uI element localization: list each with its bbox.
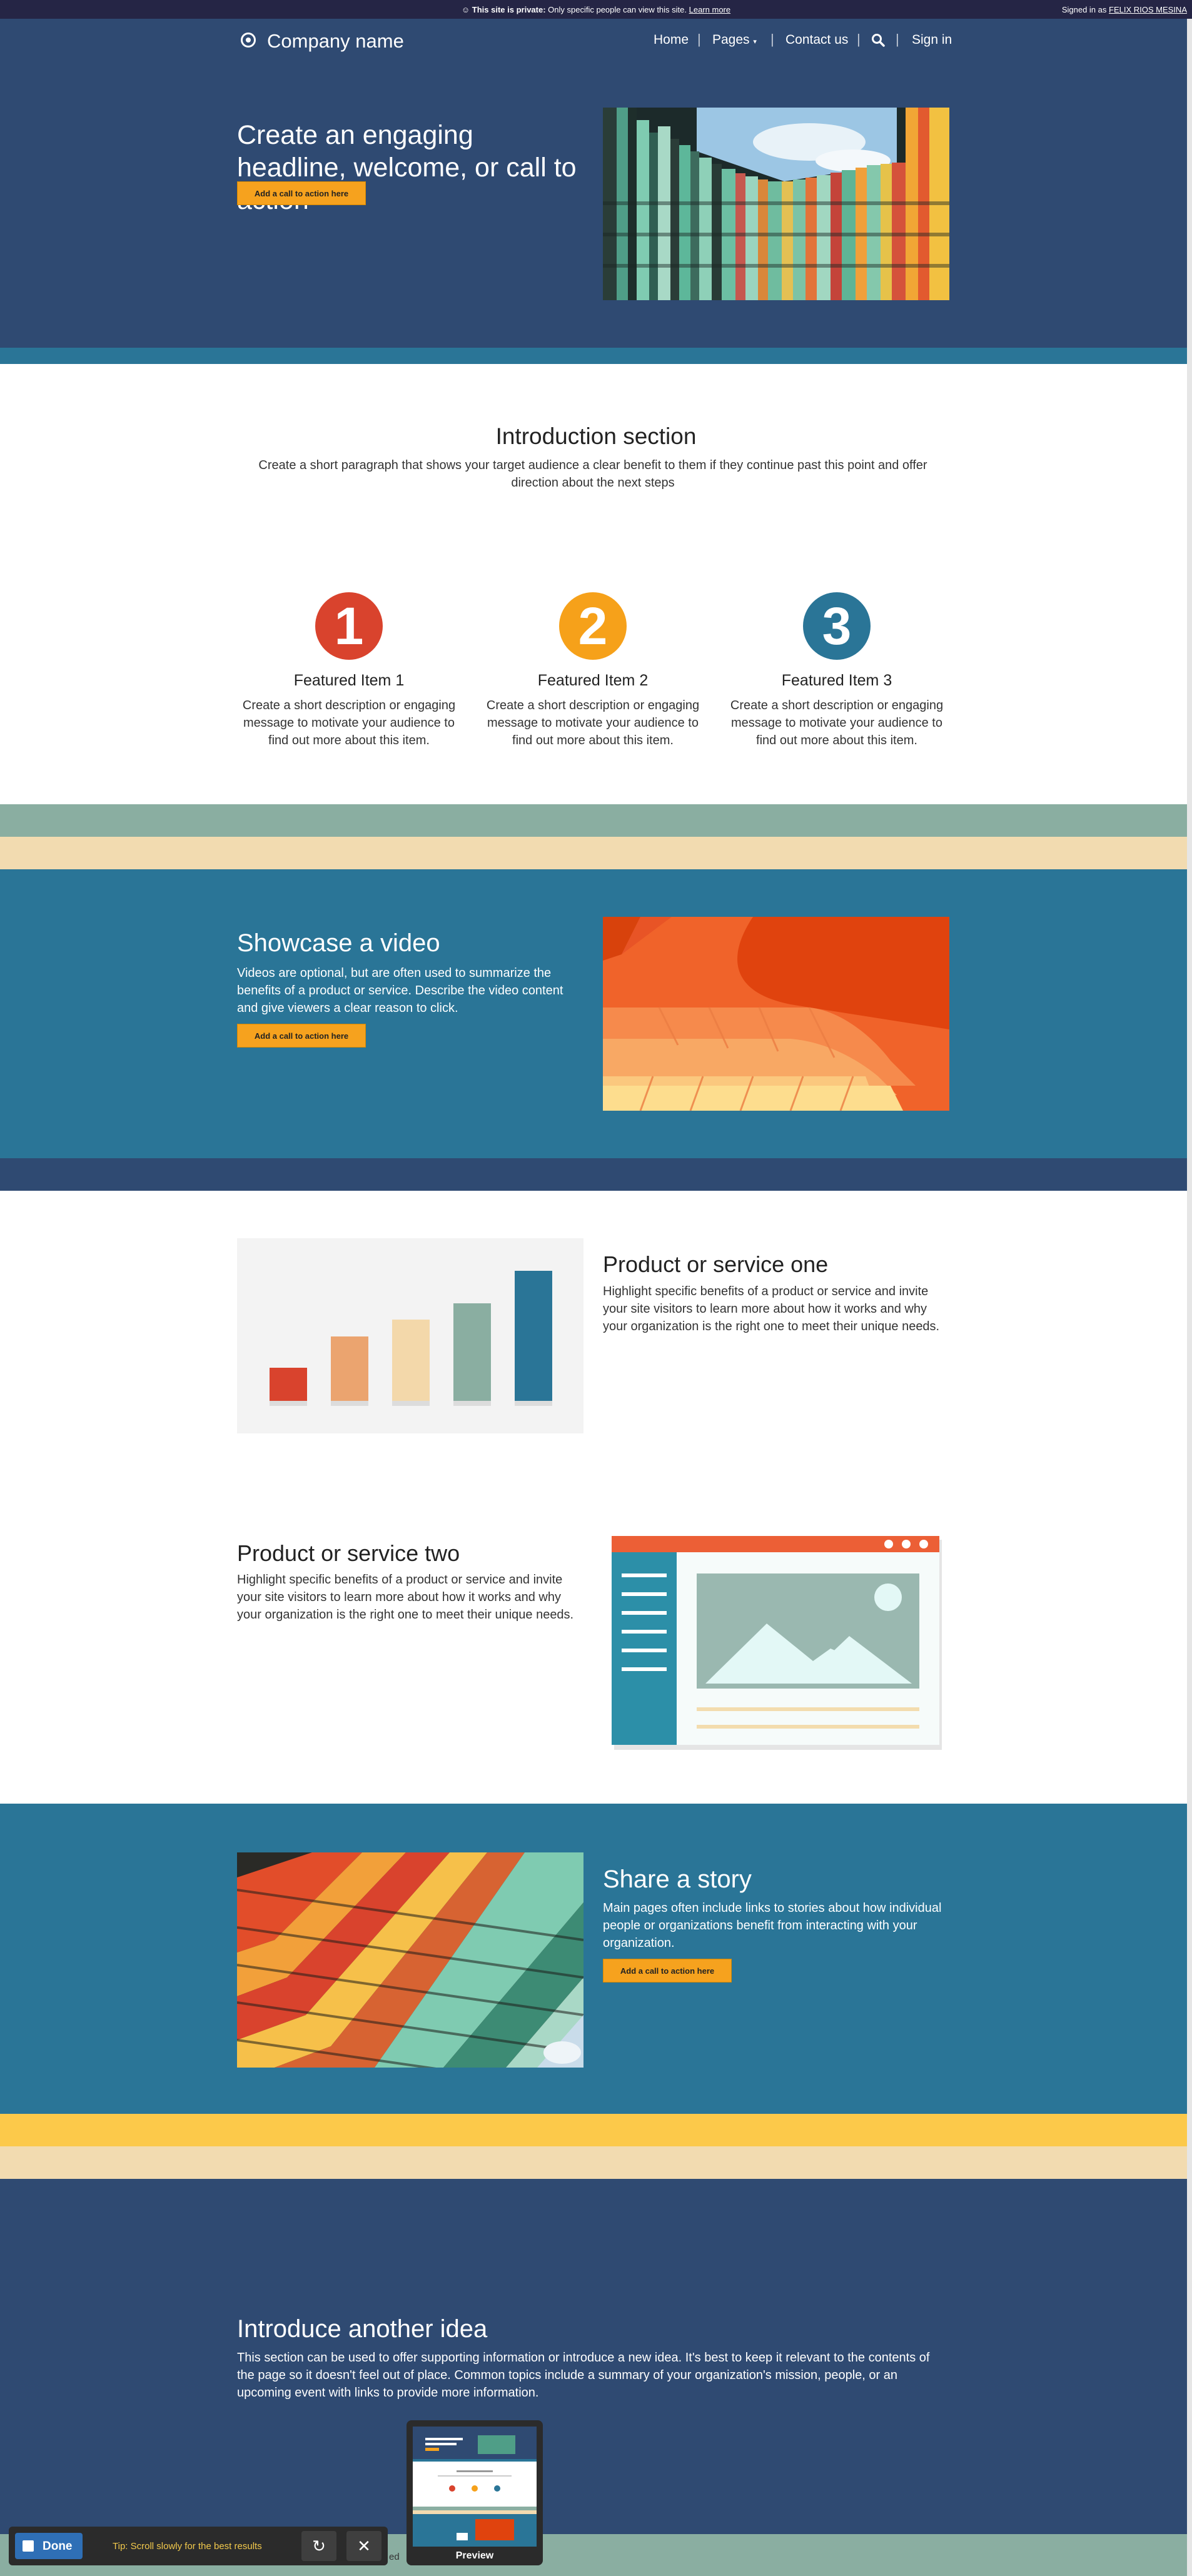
signed-in-info: Signed in as FELIX RIOS MESINA <box>1062 5 1187 14</box>
sand-band <box>0 837 1192 869</box>
person-lock-icon: ☺ <box>461 5 470 14</box>
nav-divider: | <box>857 31 861 47</box>
nav-pages-label: Pages <box>712 33 750 47</box>
company-logo-icon[interactable] <box>241 33 256 48</box>
sage-band <box>0 804 1192 837</box>
preview-hero-button <box>425 2448 439 2451</box>
bar-graphic-image <box>237 1238 583 1433</box>
featured-text-1: Create a short description or engaging m… <box>242 699 456 747</box>
preview-dot-1 <box>449 2485 455 2492</box>
preview-viewport <box>457 2533 468 2540</box>
nav-pages[interactable]: Pages ▾ <box>712 33 757 48</box>
hero-section <box>0 19 1192 348</box>
featured-number-3: 3 <box>803 592 871 660</box>
video-thumbnail-image[interactable] <box>603 917 949 1111</box>
hero-building-image <box>603 108 949 300</box>
notice-center: ☺ This site is private: Only specific pe… <box>0 5 1192 14</box>
featured-number-2: 2 <box>559 592 627 660</box>
preview-dot-2 <box>472 2485 478 2492</box>
product-two-title: Product or service two <box>237 1540 460 1566</box>
gold-band <box>0 2114 1192 2146</box>
nav-home[interactable]: Home <box>654 33 689 48</box>
done-label: Done <box>43 2540 73 2553</box>
preview-dot-3 <box>494 2485 500 2492</box>
video-section <box>0 869 1192 1158</box>
preview-panel[interactable]: Preview <box>407 2420 543 2565</box>
notice-text: Only specific people can view this site. <box>548 5 687 14</box>
scrollbar-track[interactable] <box>1187 19 1192 2576</box>
signed-in-label: Signed in as <box>1061 5 1107 14</box>
preview-label: Preview <box>455 2550 494 2561</box>
idea-title: Introduce another idea <box>237 2315 488 2343</box>
video-cta-button[interactable]: Add a call to action here <box>237 1024 366 1048</box>
nav-contact[interactable]: Contact us <box>785 33 848 48</box>
product-two-text: Highlight specific benefits of a product… <box>237 1573 574 1622</box>
hero-bottom-band <box>0 348 1192 364</box>
story-text: Main pages often include links to storie… <box>603 1901 942 1950</box>
hero-cta-button[interactable]: Add a call to action here <box>237 181 366 205</box>
private-site-notice: ☺ This site is private: Only specific pe… <box>0 0 1192 19</box>
featured-text-2: Create a short description or engaging m… <box>486 699 700 747</box>
featured-title-1: Featured Item 1 <box>293 672 405 689</box>
intro-title: Introduction section <box>495 423 697 449</box>
scroll-tip: Tip: Scroll slowly for the best results <box>113 2541 262 2552</box>
story-building-image <box>237 1852 583 2068</box>
featured-title-3: Featured Item 3 <box>781 672 892 689</box>
story-title: Share a story <box>603 1866 752 1893</box>
restart-icon[interactable]: ↻ <box>301 2531 336 2561</box>
preview-intro-line <box>457 2470 493 2472</box>
brand-name[interactable]: Company name <box>267 30 404 53</box>
nav-divider: | <box>896 31 899 47</box>
learn-more-link[interactable]: Learn more <box>689 5 730 14</box>
preview-video <box>413 2514 537 2547</box>
navy-band <box>0 1158 1192 1191</box>
video-text: Videos are optional, but are often used … <box>237 966 563 1015</box>
preview-thumbnail <box>413 2427 537 2547</box>
product-one-title: Product or service one <box>603 1251 829 1277</box>
intro-text: Create a short paragraph that shows your… <box>258 458 927 490</box>
search-icon[interactable] <box>871 33 885 47</box>
featured-number-1: 1 <box>315 592 383 660</box>
user-link[interactable]: FELIX RIOS MESINA <box>1109 5 1187 14</box>
preview-hero-image <box>478 2435 515 2454</box>
preview-hero-headline <box>425 2443 457 2445</box>
close-icon[interactable]: ✕ <box>346 2531 381 2561</box>
notice-bold: This site is private: <box>472 5 546 14</box>
preview-intro-line <box>438 2475 512 2477</box>
stop-icon <box>23 2540 34 2552</box>
nav-divider: | <box>770 31 774 47</box>
preview-band <box>413 2459 537 2462</box>
done-button[interactable]: Done <box>15 2533 83 2559</box>
featured-title-2: Featured Item 2 <box>537 672 649 689</box>
featured-text-3: Create a short description or engaging m… <box>730 699 944 747</box>
partial-text: ed <box>389 2552 400 2562</box>
story-section <box>0 1804 1192 2114</box>
product-one-text: Highlight specific benefits of a product… <box>603 1285 940 1333</box>
caret-down-icon: ▾ <box>753 38 757 46</box>
webpage-illustration-image <box>612 1536 942 1750</box>
preview-video-thumb <box>475 2519 514 2540</box>
story-cta-button[interactable]: Add a call to action here <box>603 1959 732 1983</box>
nav-divider: | <box>697 31 701 47</box>
nav-sign-in[interactable]: Sign in <box>912 33 952 48</box>
idea-text: This section can be used to offer suppor… <box>237 2351 930 2400</box>
video-title: Showcase a video <box>237 929 440 957</box>
preview-hero-headline <box>425 2438 463 2440</box>
sand-band-2 <box>0 2146 1192 2179</box>
